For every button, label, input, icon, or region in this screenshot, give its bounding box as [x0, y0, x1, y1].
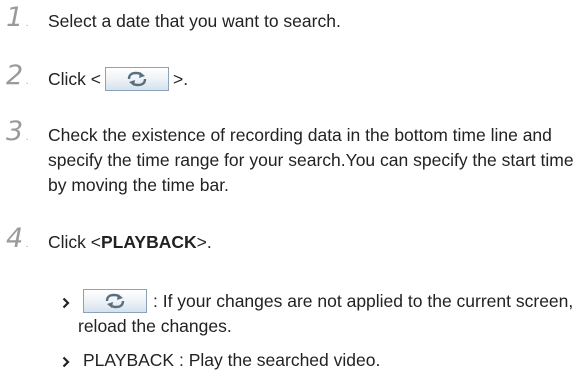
step-number: 2 — [6, 61, 30, 94]
step-suffix: >. — [173, 69, 189, 89]
step-text: Select a date that you want to search. — [48, 11, 341, 31]
chevron-right-icon — [62, 356, 70, 368]
step-number: 1 — [6, 3, 30, 36]
bullet-text: : If your changes are not applied to the… — [78, 291, 574, 336]
chevron-right-icon — [62, 297, 70, 309]
step-text: Check the existence of recording data in… — [48, 125, 574, 195]
bullet-refresh: : If your changes are not applied to the… — [52, 289, 582, 341]
step-number: 3 — [6, 117, 30, 150]
step-suffix: >. — [196, 232, 212, 252]
refresh-button[interactable] — [105, 66, 169, 91]
step-prefix: Click < — [48, 69, 101, 89]
bullet-text: PLAYBACK : Play the searched video. — [83, 350, 381, 370]
step-prefix: Click < — [48, 232, 101, 252]
refresh-icon — [127, 71, 147, 87]
playback-label: PLAYBACK — [101, 232, 197, 252]
step-text: Click < >. — [48, 66, 580, 92]
step-number: 4 — [6, 224, 30, 257]
step-text: Click <PLAYBACK>. — [48, 230, 580, 255]
